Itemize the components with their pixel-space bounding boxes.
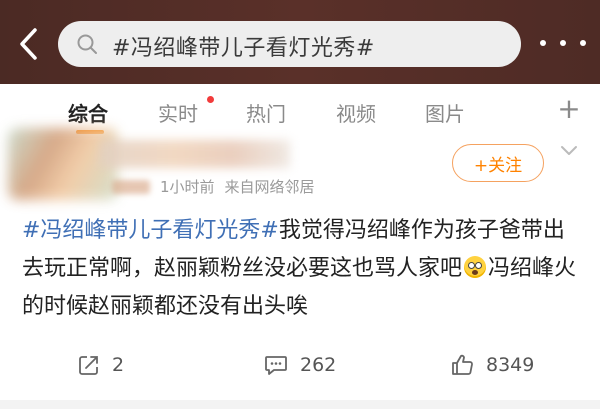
repost-button[interactable]: 2 — [78, 350, 124, 380]
more-dot-icon — [560, 40, 566, 46]
tab-images[interactable]: 图片 — [425, 98, 465, 127]
like-count: 8349 — [486, 354, 535, 376]
comment-icon — [265, 356, 287, 375]
post-meta: 1小时前 来自网络邻居 — [112, 176, 315, 197]
card-divider — [0, 400, 600, 409]
chevron-down-icon[interactable] — [560, 144, 578, 158]
header-bar: #冯绍峰带儿子看灯光秀# — [0, 0, 600, 84]
search-query-text: #冯绍峰带儿子看灯光秀# — [112, 36, 375, 61]
more-options-button[interactable] — [540, 32, 586, 54]
tab-video[interactable]: 视频 — [336, 98, 376, 127]
comment-count: 262 — [300, 354, 337, 376]
thumbs-up-icon — [452, 354, 473, 375]
more-dot-icon — [540, 40, 546, 46]
follow-button[interactable]: +关注 — [452, 144, 544, 182]
more-dot-icon — [580, 40, 586, 46]
repost-icon — [79, 356, 98, 375]
tab-hot[interactable]: 热门 — [246, 98, 286, 127]
tab-realtime[interactable]: 实时 — [158, 98, 198, 127]
repost-count: 2 — [112, 354, 125, 376]
topic-link[interactable]: #冯绍峰带儿子看灯光秀# — [22, 218, 279, 243]
post-source: 来自网络邻居 — [224, 178, 315, 196]
new-content-dot-icon — [207, 96, 214, 103]
add-tab-plus-icon[interactable]: + — [557, 94, 581, 124]
comment-button[interactable]: 262 — [264, 350, 336, 380]
blurred-badge — [112, 179, 150, 194]
back-button[interactable] — [12, 26, 44, 62]
post-time: 1小时前 — [160, 178, 215, 196]
username-blurred[interactable] — [100, 140, 290, 168]
search-icon — [77, 34, 97, 54]
search-input[interactable]: #冯绍峰带儿子看灯光秀# — [58, 21, 521, 67]
tab-comprehensive[interactable]: 综合 — [68, 98, 108, 127]
flushed-emoji-icon — [464, 256, 487, 278]
like-button[interactable]: 8349 — [450, 350, 534, 380]
back-arrow-icon — [20, 28, 37, 60]
post-body: #冯绍峰带儿子看灯光秀#我觉得冯绍峰作为孩子爸带出去玩正常啊，赵丽颖粉丝没必要这… — [22, 212, 582, 326]
